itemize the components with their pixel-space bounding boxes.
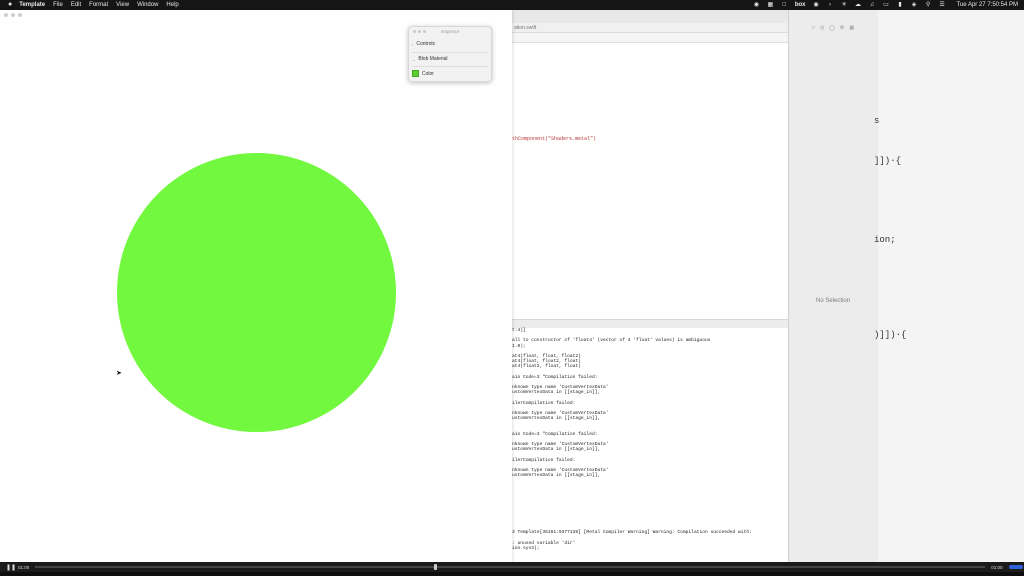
close-window-icon[interactable] <box>4 13 8 17</box>
code-line: ]])·{ <box>874 156 902 166</box>
record-icon[interactable]: ◉ <box>813 0 820 10</box>
menu-window[interactable]: Window <box>137 0 158 10</box>
size-icon[interactable]: ▦ <box>849 25 854 31</box>
help-icon[interactable]: ◯ <box>829 25 835 31</box>
editor-tab-bar[interactable] <box>512 10 788 24</box>
history-icon[interactable]: ◷ <box>820 25 824 31</box>
color-swatch[interactable] <box>412 70 419 77</box>
scrubber-knob[interactable] <box>434 564 438 570</box>
section-controls[interactable]: › Controls <box>412 41 488 47</box>
overlay-title: Inspector <box>440 29 460 34</box>
volume-slider[interactable] <box>1008 565 1023 569</box>
display-icon[interactable]: ▭ <box>883 0 890 10</box>
wifi-icon[interactable]: ◈ <box>911 0 918 10</box>
circle-dot-icon[interactable]: ◉ <box>753 0 760 10</box>
time-elapsed: 01:00 <box>18 564 30 570</box>
menu-help[interactable]: Help <box>166 0 178 10</box>
editor-jump-bar[interactable]: ation.swift <box>512 23 788 33</box>
menu-edit[interactable]: Edit <box>71 0 81 10</box>
no-selection-label: No Selection <box>815 298 851 304</box>
speaker-icon[interactable]: ♫ <box>869 0 876 10</box>
editor-secondary-bar <box>512 33 788 43</box>
section-label: Blob Material <box>418 56 448 62</box>
console-output[interactable]: t:4)] all to constructor of 'float4' (vec… <box>512 328 788 562</box>
search-icon[interactable]: ⚲ <box>925 0 932 10</box>
zoom-window-icon[interactable] <box>18 13 22 17</box>
bottom-strip <box>0 572 1024 576</box>
code-line: ion; <box>874 235 896 245</box>
disclosure-chevron-icon[interactable]: › <box>412 42 413 47</box>
attributes-icon[interactable]: ⚙ <box>840 25 844 31</box>
code-line: )]])·{ <box>874 330 907 340</box>
code-line[interactable]: thComponent("Shaders.metal") <box>512 136 596 142</box>
console-line: ion.sys3); <box>512 545 540 551</box>
mouse-pointer-icon: ➤ <box>116 370 122 377</box>
box-app-label[interactable]: box <box>795 0 806 10</box>
app-menu[interactable]: Template <box>19 0 45 10</box>
color-label: Color <box>422 70 434 77</box>
far-right-editor: s ]])·{ ion; )]])·{ <box>874 10 1024 562</box>
minimize-window-icon[interactable] <box>11 13 15 17</box>
separator <box>412 66 488 67</box>
inspector-toolbar: □ ◷ ◯ ⚙ ▦ <box>788 22 878 34</box>
chevron-icon[interactable]: › <box>827 0 834 10</box>
apple-menu-icon[interactable]: ● <box>8 0 12 10</box>
window-controls <box>4 13 22 17</box>
sun-icon[interactable]: ☀ <box>841 0 848 10</box>
pause-icon[interactable]: ❚❚ <box>6 564 16 571</box>
time-remaining: 01:00 <box>991 564 1003 570</box>
menu-view[interactable]: View <box>116 0 129 10</box>
cloud-icon[interactable]: ☁ <box>855 0 862 10</box>
status-area: ◉ ▦ □ box ◉ › ☀ ☁ ♫ ▭ ▮ ◈ ⚲ ☰ Tue Apr 27… <box>753 0 1018 10</box>
color-row[interactable]: Color <box>412 70 488 77</box>
playback-bar: ❚❚ 01:00 01:00 <box>0 562 1024 572</box>
disclosure-chevron-icon[interactable]: ⌄ <box>412 57 415 62</box>
separator <box>412 52 488 53</box>
control-center-icon[interactable]: ☰ <box>939 0 946 10</box>
menubar-clock[interactable]: Tue Apr 27 7:50:54 PM <box>957 0 1018 10</box>
grid-icon[interactable]: ▦ <box>767 0 774 10</box>
scrubber-track[interactable] <box>35 564 986 570</box>
file-inspector-icon[interactable]: □ <box>812 25 815 31</box>
jump-bar-file[interactable]: ation.swift <box>514 25 536 31</box>
code-line: s <box>874 116 880 126</box>
menu-bar: ● Template File Edit Format View Window … <box>0 0 1024 10</box>
console-line: 3 Template[35161:9377139] [Metal Compile… <box>512 530 752 536</box>
console-lines: t:4)] all to constructor of 'float4' (vec… <box>512 328 788 551</box>
menu-file[interactable]: File <box>53 0 63 10</box>
inspector-panel <box>788 10 879 562</box>
inspector-overlay[interactable]: Inspector › Controls ⌄ Blob Material Col… <box>408 26 492 82</box>
box-icon[interactable]: □ <box>781 0 788 10</box>
menu-format[interactable]: Format <box>89 0 108 10</box>
section-blob-material[interactable]: ⌄ Blob Material <box>412 56 488 62</box>
rendered-blob-circle <box>117 153 396 432</box>
battery-icon[interactable]: ▮ <box>897 0 904 10</box>
section-label: Controls <box>416 41 435 47</box>
